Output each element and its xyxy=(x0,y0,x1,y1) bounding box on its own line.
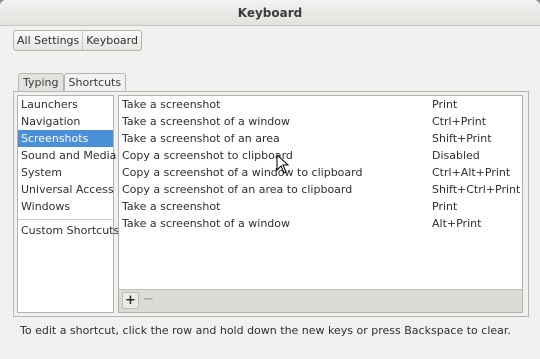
shortcut-row[interactable]: Copy a screenshot of an area to clipboar… xyxy=(119,181,522,198)
shortcut-accel: Disabled xyxy=(432,149,480,162)
shortcut-name: Take a screenshot of a window xyxy=(122,217,290,230)
shortcut-name: Take a screenshot of an area xyxy=(122,132,280,145)
add-shortcut-button[interactable]: + xyxy=(122,292,139,309)
shortcuts-panel: Take a screenshot Print Take a screensho… xyxy=(118,95,523,313)
shortcut-row[interactable]: Take a screenshot Print xyxy=(119,96,522,113)
shortcut-name: Take a screenshot xyxy=(122,200,221,213)
shortcut-accel: Print xyxy=(432,200,458,213)
sidebar-item-launchers[interactable]: Launchers xyxy=(18,96,113,113)
shortcut-row[interactable]: Copy a screenshot of a window to clipboa… xyxy=(119,164,522,181)
sidebar-item-sound-and-media[interactable]: Sound and Media xyxy=(18,147,116,164)
shortcut-accel: Shift+Ctrl+Print xyxy=(432,183,521,196)
shortcut-row[interactable]: Take a screenshot of a window Ctrl+Print xyxy=(119,113,522,130)
sidebar-item-navigation[interactable]: Navigation xyxy=(18,113,113,130)
shortcut-row[interactable]: Take a screenshot of a window Alt+Print xyxy=(119,215,522,232)
shortcut-accel: Print xyxy=(432,98,458,111)
remove-shortcut-button[interactable]: − xyxy=(140,292,157,309)
breadcrumb-keyboard[interactable]: Keyboard xyxy=(82,31,141,50)
shortcut-accel: Shift+Print xyxy=(432,132,492,145)
sidebar-item-universal-access[interactable]: Universal Access xyxy=(18,181,114,198)
sidebar-item-screenshots[interactable]: Screenshots xyxy=(18,130,113,147)
keyboard-settings-window: Keyboard All Settings Keyboard Typing Sh… xyxy=(0,0,540,359)
edit-hint-text: To edit a shortcut, click the row and ho… xyxy=(20,324,511,337)
mouse-pointer-icon xyxy=(276,154,290,174)
shortcut-accel: Ctrl+Alt+Print xyxy=(432,166,511,179)
shortcut-accel: Alt+Print xyxy=(432,217,482,230)
shortcut-category-list: Launchers Navigation Screenshots Sound a… xyxy=(17,95,119,313)
breadcrumb-all-settings[interactable]: All Settings xyxy=(14,31,82,50)
tab-bar: Typing Shortcuts xyxy=(18,73,127,93)
shortcut-list: Take a screenshot Print Take a screensho… xyxy=(119,96,522,291)
breadcrumb: All Settings Keyboard xyxy=(13,30,142,51)
shortcut-accel: Ctrl+Print xyxy=(432,115,487,128)
shortcut-toolbar: + − xyxy=(119,289,522,312)
sidebar-item-system[interactable]: System xyxy=(18,164,113,181)
shortcut-name: Take a screenshot xyxy=(122,98,221,111)
tab-typing[interactable]: Typing xyxy=(18,73,64,92)
sidebar-divider xyxy=(18,219,113,220)
sidebar-item-windows[interactable]: Windows xyxy=(18,198,113,215)
window-title: Keyboard xyxy=(0,0,540,26)
sidebar-item-custom-shortcuts[interactable]: Custom Shortcuts xyxy=(18,222,119,239)
tab-shortcuts[interactable]: Shortcuts xyxy=(63,73,127,93)
shortcuts-page: Launchers Navigation Screenshots Sound a… xyxy=(13,91,529,317)
shortcut-row[interactable]: Take a screenshot Print xyxy=(119,198,522,215)
shortcut-name: Take a screenshot of a window xyxy=(122,115,290,128)
shortcut-row[interactable]: Take a screenshot of an area Shift+Print xyxy=(119,130,522,147)
shortcut-row[interactable]: Copy a screenshot to clipboard Disabled xyxy=(119,147,522,164)
shortcut-name: Copy a screenshot of an area to clipboar… xyxy=(122,183,353,196)
